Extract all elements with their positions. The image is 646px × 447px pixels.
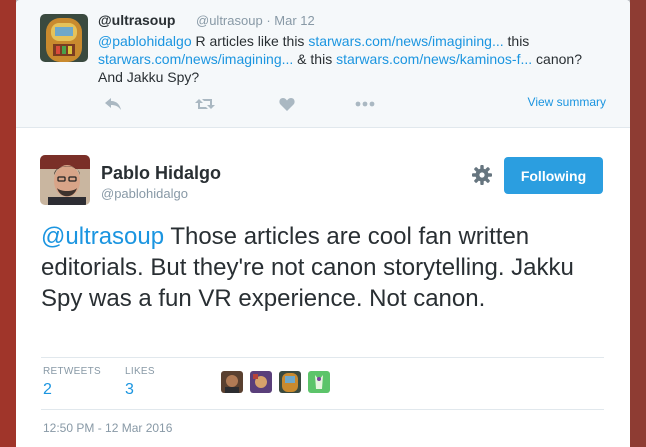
liker-avatar[interactable]: [279, 371, 301, 393]
text-segment: this: [503, 33, 530, 49]
liker-avatar[interactable]: [250, 371, 272, 393]
author-handle[interactable]: @pablohidalgo: [101, 186, 188, 201]
likes-label: LIKES: [125, 366, 155, 377]
text-segment: R articles like this: [191, 33, 309, 49]
divider: [41, 357, 604, 358]
url-link[interactable]: starwars.com/news/imagining...: [98, 51, 293, 67]
following-button[interactable]: Following: [504, 157, 603, 194]
gear-icon[interactable]: [470, 163, 494, 187]
more-icon[interactable]: [350, 92, 380, 116]
author-avatar[interactable]: [40, 155, 90, 205]
retweets-label: RETWEETS: [43, 366, 101, 377]
background-right: [630, 0, 646, 447]
meta-separator: ·: [266, 13, 271, 28]
reply-icon[interactable]: [98, 92, 128, 116]
view-summary-link[interactable]: View summary: [528, 95, 606, 109]
parent-author-meta: @ultrasoup · Mar 12: [196, 13, 315, 28]
retweet-icon[interactable]: [190, 92, 220, 116]
retweets-count[interactable]: 2: [43, 381, 52, 399]
parent-author-handle[interactable]: @ultrasoup: [196, 13, 263, 28]
text-segment: & this: [293, 51, 337, 67]
author-name[interactable]: Pablo Hidalgo: [101, 163, 221, 184]
background-left: [0, 0, 16, 447]
divider: [41, 409, 604, 410]
liker-avatar[interactable]: [308, 371, 330, 393]
parent-tweet-date[interactable]: Mar 12: [274, 13, 314, 28]
url-link[interactable]: starwars.com/news/kaminos-f...: [336, 51, 532, 67]
parent-tweet-text: @pablohidalgo R articles like this starw…: [98, 32, 608, 86]
mention-link[interactable]: @pablohidalgo: [98, 33, 192, 49]
parent-tweet[interactable]: @ultrasoup @ultrasoup · Mar 12 @pablohid…: [16, 0, 630, 128]
tweet-timestamp[interactable]: 12:50 PM - 12 Mar 2016: [43, 421, 172, 435]
liker-avatar[interactable]: [221, 371, 243, 393]
parent-author-name[interactable]: @ultrasoup: [98, 12, 175, 28]
tweet-permalink-card: @ultrasoup @ultrasoup · Mar 12 @pablohid…: [16, 0, 630, 447]
likes-count[interactable]: 3: [125, 381, 134, 399]
like-icon[interactable]: [272, 92, 302, 116]
mention-link[interactable]: @ultrasoup: [41, 223, 164, 250]
tweet-text: @ultrasoup Those articles are cool fan w…: [41, 221, 611, 314]
url-link[interactable]: starwars.com/news/imagining...: [308, 33, 503, 49]
parent-avatar[interactable]: [40, 14, 88, 62]
